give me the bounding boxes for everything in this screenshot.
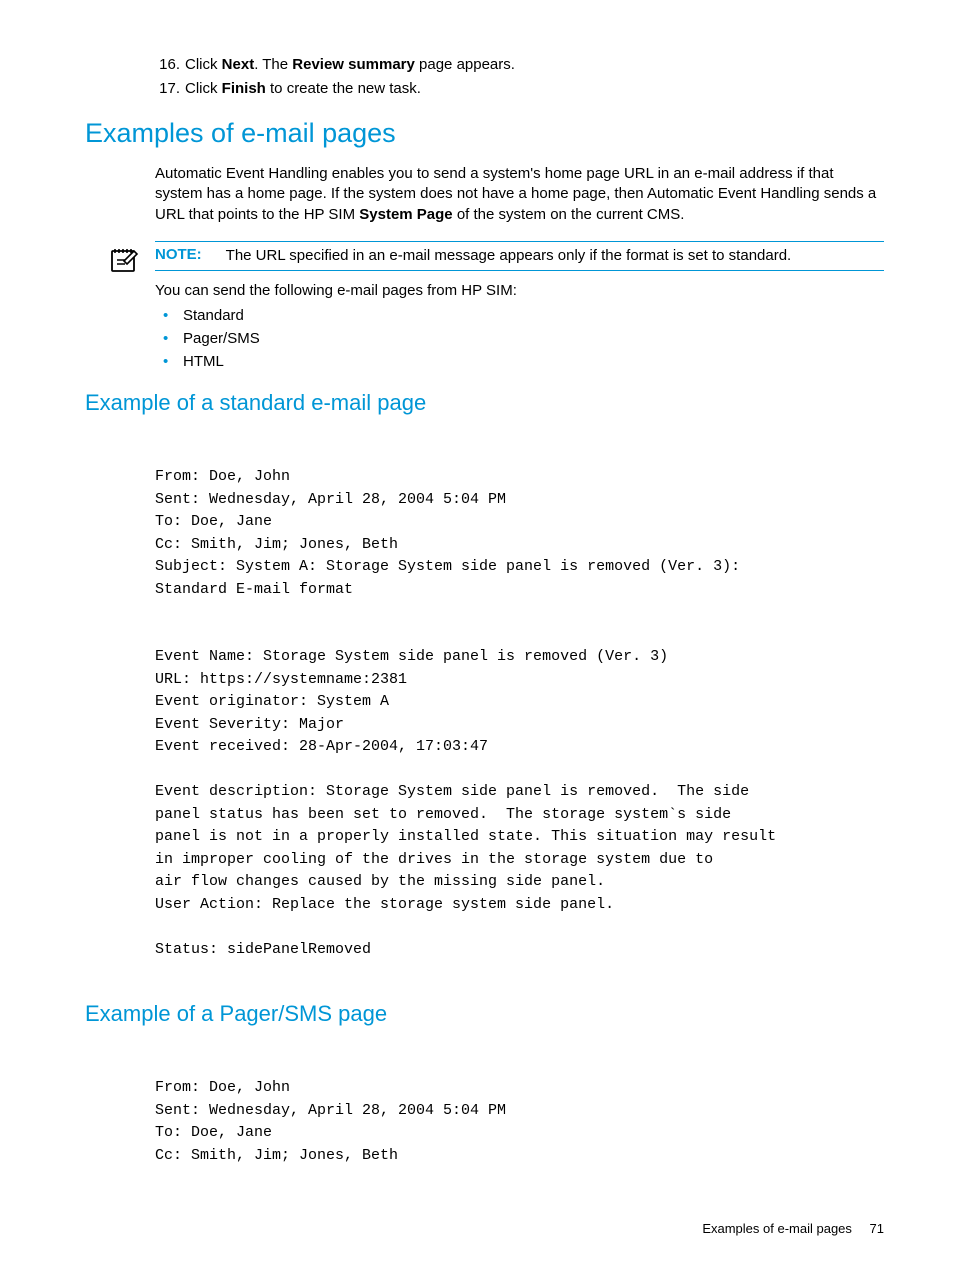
- list-item: Pager/SMS: [183, 329, 884, 349]
- pager-sms-email-example: From: Doe, John Sent: Wednesday, April 2…: [155, 1077, 884, 1167]
- subsection-standard-email: Example of a standard e-mail page: [85, 390, 884, 416]
- step-number: 17.: [155, 79, 180, 99]
- step-bold-1: Next: [222, 56, 255, 73]
- after-note-text: You can send the following e-mail pages …: [155, 281, 884, 302]
- step-text-pre: Click: [185, 56, 222, 73]
- section-heading-examples: Examples of e-mail pages: [85, 118, 884, 149]
- step-text-mid: . The: [254, 56, 292, 73]
- intro-bold: System Page: [359, 206, 452, 223]
- step-text-mid: to create the new task.: [266, 80, 421, 97]
- page-footer: Examples of e-mail pages 71: [702, 1221, 884, 1236]
- note-rule-bottom: [155, 270, 884, 271]
- subsection-pager-sms: Example of a Pager/SMS page: [85, 1001, 884, 1027]
- note-label: NOTE:: [155, 246, 202, 263]
- step-bold-2: Review summary: [292, 56, 415, 73]
- step-17: 17. Click Finish to create the new task.: [185, 79, 884, 99]
- intro-post: of the system on the current CMS.: [453, 206, 685, 223]
- page-number: 71: [870, 1221, 884, 1236]
- note-row: NOTE: The URL specified in an e-mail mes…: [155, 242, 884, 270]
- standard-email-example: From: Doe, John Sent: Wednesday, April 2…: [155, 466, 884, 961]
- email-types-list: Standard Pager/SMS HTML: [85, 306, 884, 373]
- step-bold-1: Finish: [222, 80, 266, 97]
- note-text: The URL specified in an e-mail message a…: [226, 246, 884, 266]
- numbered-steps: 16. Click Next. The Review summary page …: [85, 55, 884, 100]
- document-page: 16. Click Next. The Review summary page …: [0, 0, 954, 1271]
- list-item: Standard: [183, 306, 884, 326]
- note-icon: [109, 246, 139, 278]
- footer-text: Examples of e-mail pages: [702, 1221, 852, 1236]
- step-text-post: page appears.: [415, 56, 515, 73]
- step-16: 16. Click Next. The Review summary page …: [185, 55, 884, 75]
- intro-paragraph: Automatic Event Handling enables you to …: [155, 164, 884, 226]
- list-item: HTML: [183, 352, 884, 372]
- note-block: NOTE: The URL specified in an e-mail mes…: [155, 241, 884, 271]
- step-text-pre: Click: [185, 80, 222, 97]
- step-number: 16.: [155, 55, 180, 75]
